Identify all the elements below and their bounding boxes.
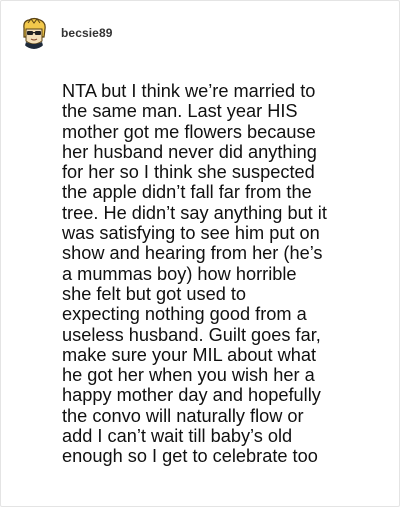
cartoon-face-avatar-icon	[20, 17, 48, 49]
comment-text: NTA but I think we’re married to the sam…	[62, 81, 327, 467]
avatar[interactable]	[20, 17, 48, 49]
username[interactable]: becsie89	[61, 26, 113, 40]
comment-header: becsie89	[20, 17, 113, 49]
comment-card: becsie89 NTA but I think we’re married t…	[0, 0, 400, 507]
